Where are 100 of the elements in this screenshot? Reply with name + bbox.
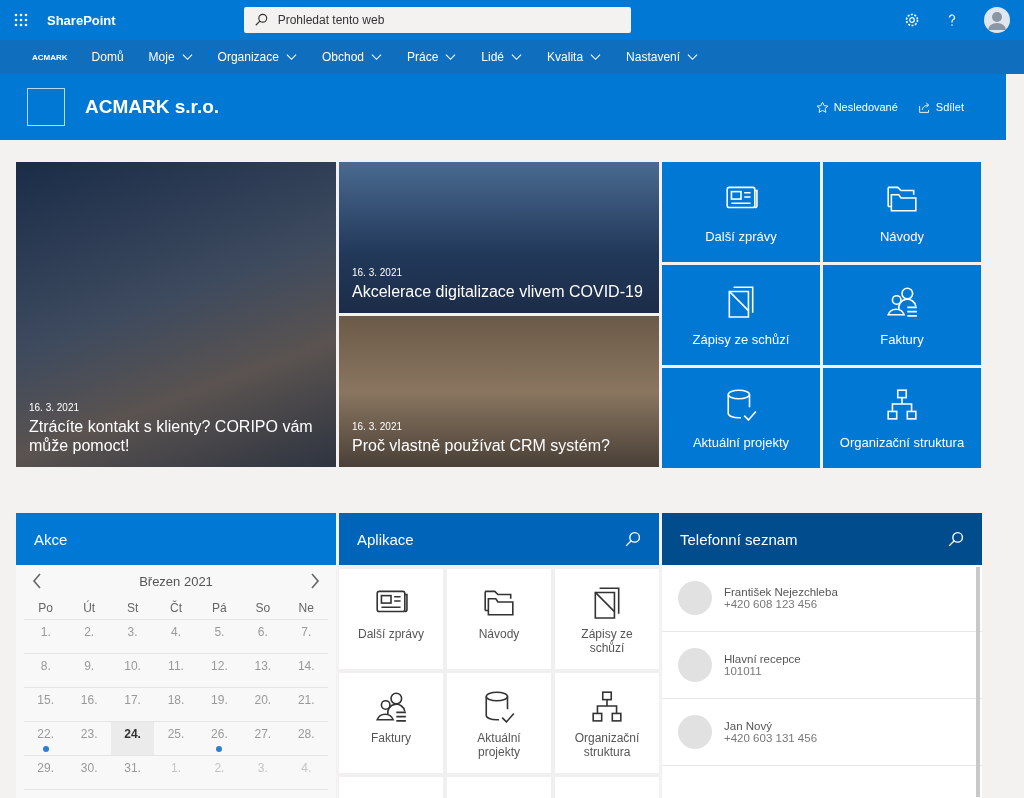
next-month-icon[interactable] (310, 573, 320, 589)
contact-name[interactable]: Hlavní recepce (724, 653, 801, 665)
scrollbar[interactable] (976, 567, 980, 797)
avatar-placeholder (678, 581, 712, 615)
tile-label: Aktuální projekty (692, 434, 790, 450)
news-date: 16. 3. 2021 (352, 267, 404, 278)
nav-link[interactable]: Práce (407, 50, 457, 64)
settings-icon[interactable] (904, 12, 920, 28)
weekday-label: Po (37, 601, 55, 615)
nav-link[interactable]: Moje (148, 50, 193, 64)
calendar-day[interactable]: 10. (110, 654, 155, 687)
app-tile[interactable]: Další zprávy (339, 569, 443, 669)
news-title[interactable]: Akcelerace digitalizace vlivem COVID-19 (352, 282, 646, 301)
quick-link-tile[interactable]: Další zprávy (662, 162, 820, 262)
org-icon (590, 689, 624, 723)
quick-link-tile[interactable]: Zápisy ze schůzí (662, 265, 820, 365)
app-tile[interactable]: Zápisy ze schůzí (555, 569, 659, 669)
calendar-day[interactable]: 20. (241, 688, 285, 721)
database-icon (724, 386, 758, 421)
calendar-day[interactable]: 8. (24, 654, 68, 687)
calendar-day[interactable]: 31. (110, 756, 155, 789)
calendar-day[interactable]: 30. (67, 756, 111, 789)
app-tile[interactable]: Aktuální projekty (447, 673, 551, 773)
site-logo[interactable]: ACMARK (32, 52, 68, 62)
contact-phone: 101011 (724, 665, 763, 677)
calendar-day[interactable]: 18. (154, 688, 198, 721)
news-card[interactable]: 16. 3. 2021 Akcelerace digitalizace vlivem COVID-19 (339, 162, 659, 313)
calendar-day[interactable]: 2. (67, 620, 111, 653)
calendar-day[interactable]: 19. (197, 688, 242, 721)
calendar-day[interactable]: 25. (154, 722, 198, 755)
calendar-day[interactable]: 22. (24, 722, 68, 755)
search-field[interactable]: Prohledat tento web (243, 7, 631, 33)
share-button[interactable]: Sdílet (915, 98, 966, 116)
calendar-day[interactable]: 17. (110, 688, 155, 721)
calendar-day[interactable]: 12. (197, 654, 242, 687)
app-name[interactable]: SharePoint (47, 12, 116, 28)
app-tile[interactable]: Návody (447, 569, 551, 669)
nav-link[interactable]: Domů (91, 50, 124, 64)
star-icon (815, 100, 829, 114)
weekday-label: Pá (211, 601, 228, 615)
quick-link-tile[interactable]: Faktury (823, 265, 981, 365)
app-tile[interactable]: Organizační struktura (555, 673, 659, 773)
nav-link[interactable]: Kvalita (547, 50, 602, 64)
month-title: Březen 2021 (139, 573, 213, 589)
calendar-day[interactable]: 4. (154, 620, 198, 653)
calendar-day[interactable]: 26. (197, 722, 242, 755)
news-title[interactable]: Proč vlastně používat CRM systém? (352, 436, 646, 455)
search-icon[interactable] (947, 530, 964, 548)
tile-label: Zápisy ze schůzí (692, 331, 790, 347)
site-logo-placeholder (27, 88, 65, 126)
quick-link-tile[interactable]: Aktuální projekty (662, 368, 820, 468)
app-label: Faktury (371, 731, 411, 745)
calendar-day[interactable]: 24. (110, 722, 155, 755)
calendar-day[interactable]: 9. (67, 654, 111, 687)
contact-name[interactable]: František Nejezchleba (724, 586, 838, 598)
news-card[interactable]: 16. 3. 2021 Ztrácíte kontakt s klienty? CORIPO vám může pomoct! (16, 162, 336, 467)
app-label: Organizační struktura (573, 731, 641, 759)
calendar-day[interactable]: 15. (24, 688, 68, 721)
quick-link-tile[interactable]: Návody (823, 162, 981, 262)
search-icon[interactable] (624, 530, 641, 548)
avatar-placeholder (678, 715, 712, 749)
tile-label: Faktury (880, 331, 924, 347)
follow-button[interactable]: Nesledované (813, 98, 900, 116)
calendar-day[interactable]: 13. (241, 654, 285, 687)
calendar-day[interactable]: 23. (67, 722, 111, 755)
weekday-label: St (125, 601, 140, 615)
nav-link[interactable]: Nastavení (626, 50, 699, 64)
news-card[interactable]: 16. 3. 2021 Proč vlastně používat CRM systém? (339, 316, 659, 467)
calendar-day[interactable]: 5. (197, 620, 242, 653)
contact-phone: +420 608 123 456 (724, 598, 819, 610)
weekday-label: Čt (169, 601, 183, 615)
calendar-day[interactable]: 21. (284, 688, 328, 721)
org-icon (885, 386, 919, 421)
calendar-day[interactable]: 14. (284, 654, 328, 687)
user-avatar-icon[interactable] (984, 7, 1010, 33)
calendar-day[interactable]: 27. (241, 722, 285, 755)
calendar-day[interactable]: 28. (284, 722, 328, 755)
site-title: ACMARK s.r.o. (85, 96, 220, 118)
previous-month-icon[interactable] (32, 573, 42, 589)
app-label: Návody (478, 627, 520, 641)
nav-link[interactable]: Organizace (217, 50, 297, 64)
app-label: Zápisy ze schůzí (580, 627, 634, 655)
apps-title: Aplikace (357, 530, 414, 548)
calendar-day[interactable]: 16. (67, 688, 111, 721)
app-launcher-icon[interactable] (14, 13, 28, 27)
app-tile[interactable]: Faktury (339, 673, 443, 773)
nav-link[interactable]: Lidé (481, 50, 523, 64)
contact-name[interactable]: Jan Nový (724, 720, 818, 732)
events-title: Akce (34, 530, 68, 548)
nav-link[interactable]: Obchod (321, 50, 382, 64)
news-title[interactable]: Ztrácíte kontakt s klienty? CORIPO vám může pomoct! (29, 417, 323, 455)
calendar-day[interactable]: 11. (154, 654, 198, 687)
quick-link-tile[interactable]: Organizační struktura (823, 368, 981, 468)
calendar-day[interactable]: 7. (284, 620, 328, 653)
calendar-day[interactable]: 1. (24, 620, 68, 653)
app-label: Další zprávy (358, 627, 424, 641)
calendar-day[interactable]: 3. (110, 620, 155, 653)
calendar-day[interactable]: 6. (241, 620, 285, 653)
news-date: 16. 3. 2021 (29, 402, 81, 413)
calendar-day[interactable]: 29. (24, 756, 68, 789)
